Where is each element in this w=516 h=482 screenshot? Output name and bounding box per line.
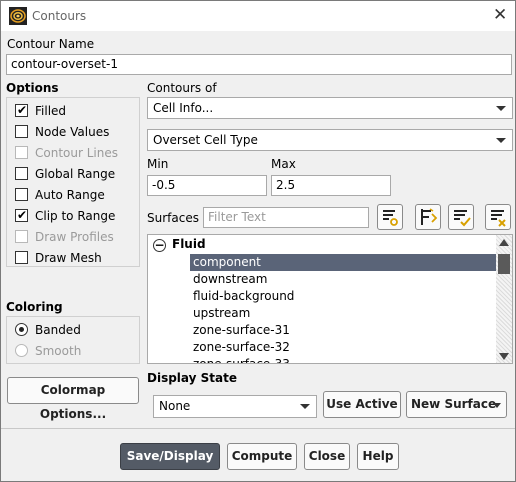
surfaces-filter-input[interactable]: Filter Text xyxy=(203,207,369,228)
chevron-down-icon xyxy=(300,404,310,409)
filled-label: Filled xyxy=(35,104,67,118)
clip-to-range-checkbox[interactable]: ✔ xyxy=(15,208,28,222)
compute-button[interactable]: Compute xyxy=(227,443,297,470)
display-state-value: None xyxy=(159,399,191,413)
title-bar: Contours ✕ xyxy=(1,1,515,31)
min-label: Min xyxy=(147,157,169,171)
close-icon[interactable]: ✕ xyxy=(493,5,507,25)
max-label: Max xyxy=(271,157,296,171)
draw-mesh-label: Draw Mesh xyxy=(35,251,102,265)
node-values-checkbox[interactable] xyxy=(15,125,28,138)
contours-of-label: Contours of xyxy=(147,81,217,95)
list-item-component[interactable]: component xyxy=(190,254,496,271)
display-state-label: Display State xyxy=(147,371,237,385)
banded-radio[interactable] xyxy=(15,323,28,336)
contour-name-label: Contour Name xyxy=(7,37,95,51)
new-surface-button[interactable]: New Surface xyxy=(406,391,507,418)
banded-label: Banded xyxy=(35,323,81,337)
group-fluid-label[interactable]: Fluid xyxy=(172,237,206,251)
options-label: Options xyxy=(6,81,59,95)
surfaces-label: Surfaces xyxy=(147,211,199,225)
contour-lines-checkbox xyxy=(15,146,28,159)
check-icon: ✔ xyxy=(17,103,28,117)
deselect-all-icon xyxy=(491,210,506,227)
coloring-label: Coloring xyxy=(6,300,63,314)
list-item-zone-surface-32[interactable]: zone-surface-32 xyxy=(190,339,496,356)
list-item-fluid-background[interactable]: fluid-background xyxy=(190,288,496,305)
radio-dot-icon xyxy=(19,327,24,332)
filter-icon xyxy=(383,210,398,226)
app-logo-icon xyxy=(9,7,27,25)
chevron-down-icon xyxy=(496,106,506,111)
use-active-button[interactable]: Use Active xyxy=(323,391,401,418)
draw-profiles-checkbox xyxy=(15,230,28,243)
select-group-button[interactable] xyxy=(415,204,441,230)
contours-of-category-select[interactable]: Cell Info... xyxy=(147,97,513,119)
select-group-icon xyxy=(421,208,438,225)
quantity-value: Overset Cell Type xyxy=(153,133,258,147)
surfaces-scrollbar[interactable] xyxy=(496,235,512,363)
contours-dialog: Contours ✕ Contour Name contour-overset-… xyxy=(0,0,516,482)
contours-of-quantity-select[interactable]: Overset Cell Type xyxy=(147,129,513,151)
global-range-checkbox[interactable] xyxy=(15,167,28,180)
category-value: Cell Info... xyxy=(153,101,214,115)
list-item-zone-surface-33[interactable]: zone-surface-33 xyxy=(190,356,496,363)
display-state-select[interactable]: None xyxy=(153,395,317,418)
filled-checkbox[interactable]: ✔ xyxy=(15,103,28,117)
node-values-label: Node Values xyxy=(35,125,110,139)
scroll-up-icon[interactable] xyxy=(499,239,509,246)
list-item-zone-surface-31[interactable]: zone-surface-31 xyxy=(190,322,496,339)
help-button[interactable]: Help xyxy=(357,443,399,470)
new-surface-label: New Surface xyxy=(411,397,497,411)
auto-range-label: Auto Range xyxy=(35,188,105,202)
draw-profiles-label: Draw Profiles xyxy=(35,230,114,244)
contour-lines-label: Contour Lines xyxy=(35,146,118,160)
list-item-upstream[interactable]: upstream xyxy=(190,305,496,322)
contour-name-input[interactable]: contour-overset-1 xyxy=(6,54,512,75)
scrollbar-thumb[interactable] xyxy=(498,254,510,274)
save-display-button[interactable]: Save/Display xyxy=(120,443,220,470)
clip-to-range-label: Clip to Range xyxy=(35,209,116,223)
deselect-all-button[interactable] xyxy=(485,204,511,230)
close-button[interactable]: Close xyxy=(304,443,350,470)
window-title: Contours xyxy=(32,9,87,23)
chevron-down-icon xyxy=(493,403,501,408)
chevron-down-icon xyxy=(496,138,506,143)
scroll-down-icon[interactable] xyxy=(499,353,509,360)
select-all-button[interactable] xyxy=(448,204,474,230)
footer-divider xyxy=(1,428,515,429)
list-item-downstream[interactable]: downstream xyxy=(190,271,496,288)
filter-button[interactable] xyxy=(377,204,403,230)
check-icon: ✔ xyxy=(17,208,28,222)
global-range-label: Global Range xyxy=(35,167,116,181)
smooth-label: Smooth xyxy=(35,344,82,358)
max-input[interactable]: 2.5 xyxy=(271,175,391,196)
draw-mesh-checkbox[interactable] xyxy=(15,251,28,264)
collapse-icon[interactable]: − xyxy=(153,239,166,252)
colormap-options-button[interactable]: Colormap Options... xyxy=(7,377,139,421)
surfaces-list[interactable]: − Fluid component downstream fluid-backg… xyxy=(147,234,513,364)
min-input[interactable]: -0.5 xyxy=(147,175,267,196)
smooth-radio xyxy=(15,344,28,357)
select-all-icon xyxy=(454,210,471,227)
auto-range-checkbox[interactable] xyxy=(15,188,28,201)
